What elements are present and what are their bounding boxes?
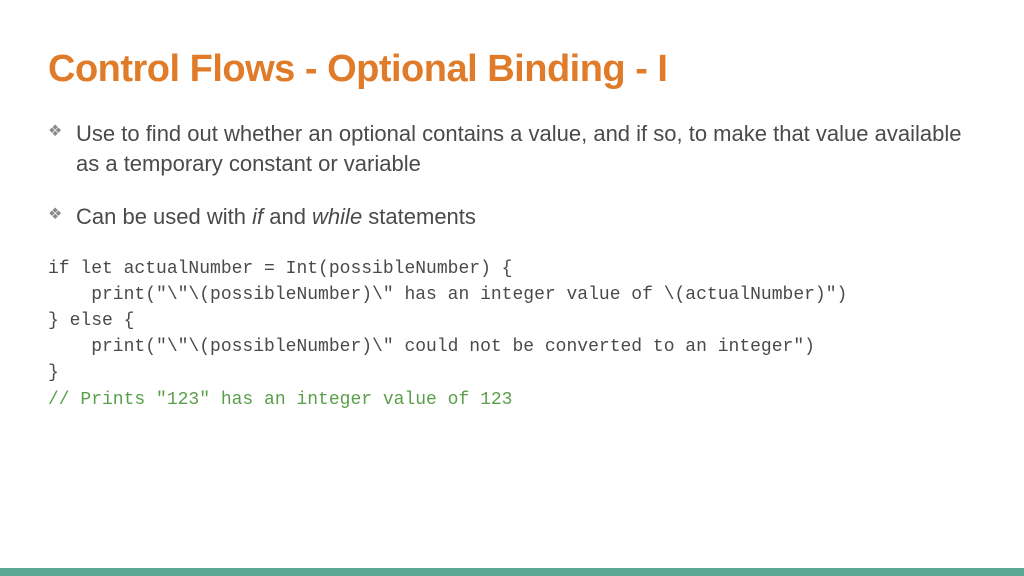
code-block: if let actualNumber = Int(possibleNumber…: [48, 256, 976, 413]
bullet-text: Use to find out whether an optional cont…: [76, 121, 961, 176]
code-line: print("\"\(possibleNumber)\" has an inte…: [48, 285, 847, 305]
bullet-item: Can be used with if and while statements: [48, 202, 976, 232]
bullet-list: Use to find out whether an optional cont…: [48, 119, 976, 232]
bullet-text-post: statements: [362, 204, 476, 229]
bullet-text-mid: and: [263, 204, 312, 229]
page-title: Control Flows - Optional Binding - I: [48, 48, 976, 91]
code-line: } else {: [48, 311, 134, 331]
slide-container: Control Flows - Optional Binding - I Use…: [0, 0, 1024, 413]
footer-accent-bar: [0, 568, 1024, 576]
keyword-if: if: [252, 204, 263, 229]
code-line: if let actualNumber = Int(possibleNumber…: [48, 259, 512, 279]
keyword-while: while: [312, 204, 362, 229]
code-line: }: [48, 363, 59, 383]
bullet-item: Use to find out whether an optional cont…: [48, 119, 976, 178]
bullet-text-pre: Can be used with: [76, 204, 252, 229]
code-comment: // Prints "123" has an integer value of …: [48, 390, 512, 410]
code-line: print("\"\(possibleNumber)\" could not b…: [48, 337, 815, 357]
